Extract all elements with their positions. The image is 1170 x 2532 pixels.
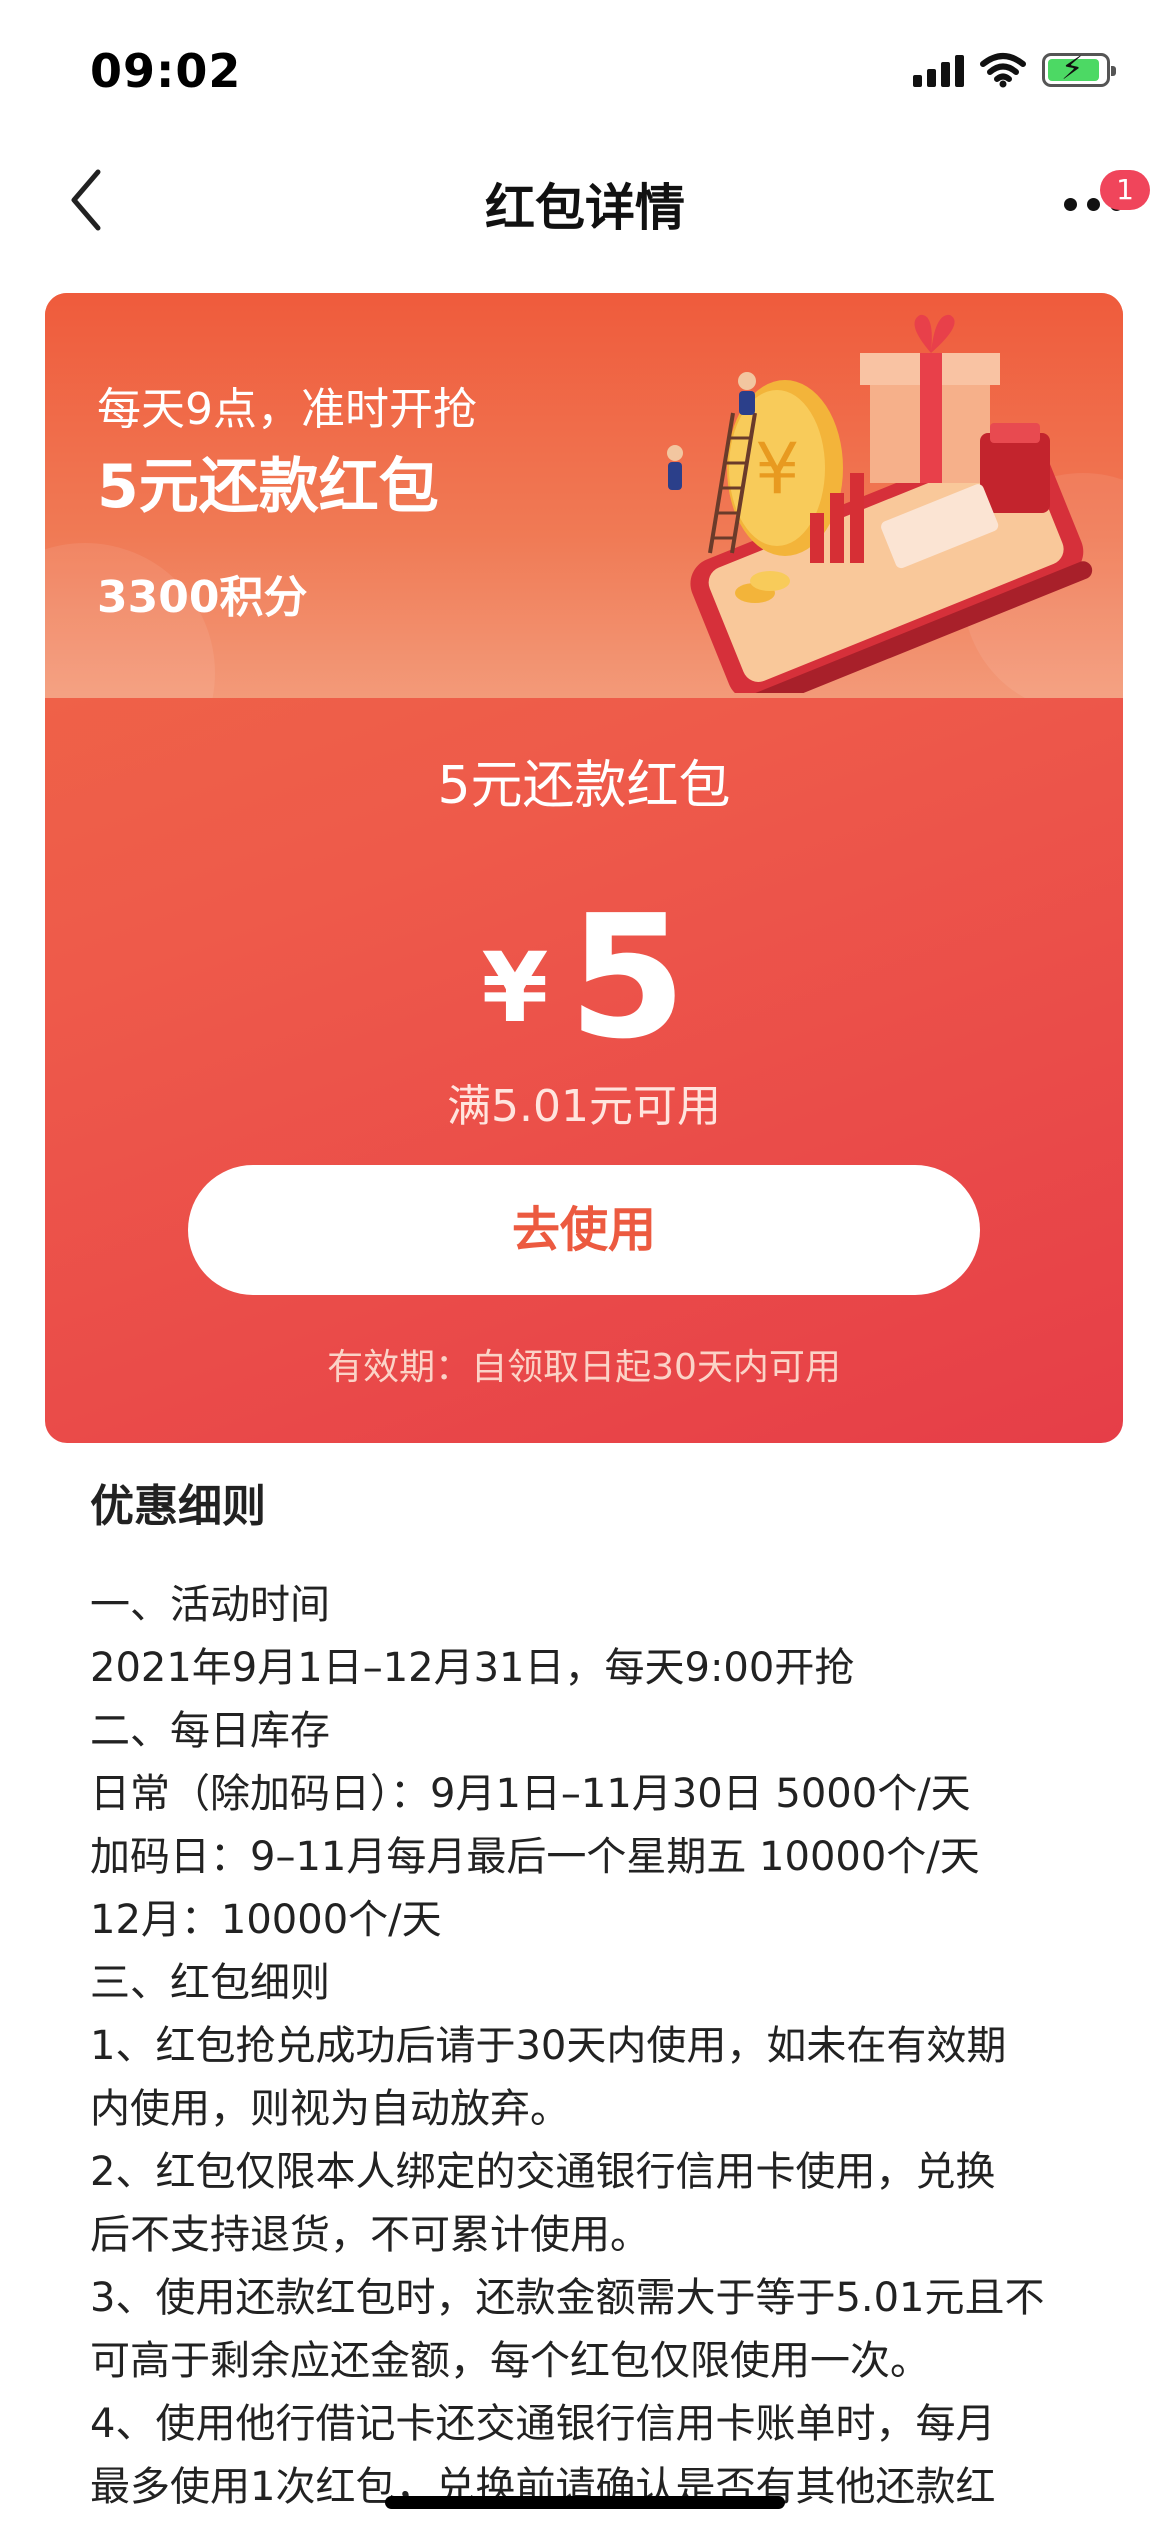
rules-section: 优惠细则 一、活动时间 2021年9月1日–12月31日，每天9:00开抢 二、… — [90, 1470, 1100, 2519]
rules-line: 最多使用1次红包，兑换前请确认是否有其他还款红 — [90, 2464, 996, 2510]
currency-symbol: ¥ — [481, 932, 549, 1044]
rules-line: 3、使用还款红包时，还款金额需大于等于5.01元且不 — [90, 2275, 1045, 2321]
rules-line: 12月：10000个/天 — [90, 1897, 442, 1943]
notification-badge: 1 — [1100, 170, 1150, 210]
rules-line: 日常（除加码日）：9月1日–11月30日 5000个/天 — [90, 1771, 971, 1817]
rules-line: 4、使用他行借记卡还交通银行信用卡账单时，每月 — [90, 2401, 996, 2447]
rules-line: 可高于剩余应还金额，每个红包仅限使用一次。 — [90, 2338, 930, 2384]
amount-value: 5 — [568, 879, 687, 1077]
banner-schedule: 每天9点，准时开抢 — [97, 384, 477, 435]
more-button[interactable]: 1 — [1040, 170, 1150, 240]
banner-points: 3300积分 — [97, 572, 308, 623]
rules-line: 2021年9月1日–12月31日，每天9:00开抢 — [90, 1645, 855, 1691]
usage-threshold: 满5.01元可用 — [447, 1081, 721, 1132]
rules-line: 1、红包抢兑成功后请于30天内使用，如未在有效期 — [90, 2023, 1007, 2069]
validity-period: 有效期：自领取日起30天内可用 — [327, 1347, 841, 1388]
rules-line: 三、红包细则 — [90, 1960, 330, 2006]
page-title: 红包详情 — [485, 179, 685, 237]
wifi-icon — [980, 53, 1026, 88]
status-icons: ⚡ — [913, 50, 1116, 90]
status-time: 09:02 — [90, 44, 242, 98]
coupon-amount: ¥5 — [45, 893, 1123, 1063]
rules-line: 后不支持退货，不可累计使用。 — [90, 2212, 650, 2258]
rules-line: 二、每日库存 — [90, 1708, 330, 1754]
rules-line: 内使用，则视为自动放弃。 — [90, 2086, 570, 2132]
nav-bar: 红包详情 1 — [0, 130, 1170, 270]
coupon-name: 5元还款红包 — [437, 756, 731, 816]
promo-banner: 每天9点，准时开抢 5元还款红包 3300积分 ¥ — [45, 293, 1123, 698]
rules-line: 2、红包仅限本人绑定的交通银行信用卡使用，兑换 — [90, 2149, 996, 2195]
svg-text:¥: ¥ — [755, 428, 800, 510]
banner-title: 5元还款红包 — [97, 452, 439, 522]
use-button[interactable]: 去使用 — [188, 1165, 980, 1295]
rules-title: 优惠细则 — [90, 1481, 266, 1532]
signal-icon — [913, 53, 964, 87]
coupon-card: 每天9点，准时开抢 5元还款红包 3300积分 ¥ 5元还款红包 ¥ 5 满5.… — [45, 293, 1123, 1443]
phone-giftbox-illustration: ¥ — [667, 314, 1093, 693]
rules-line: 一、活动时间 — [90, 1582, 330, 1628]
rules-line: 加码日：9–11月每月最后一个星期五 10000个/天 — [90, 1834, 980, 1880]
status-bar: 09:02 ⚡ — [0, 0, 1170, 130]
battery-charging-icon: ⚡ — [1042, 52, 1116, 87]
home-indicator[interactable] — [385, 2496, 785, 2509]
